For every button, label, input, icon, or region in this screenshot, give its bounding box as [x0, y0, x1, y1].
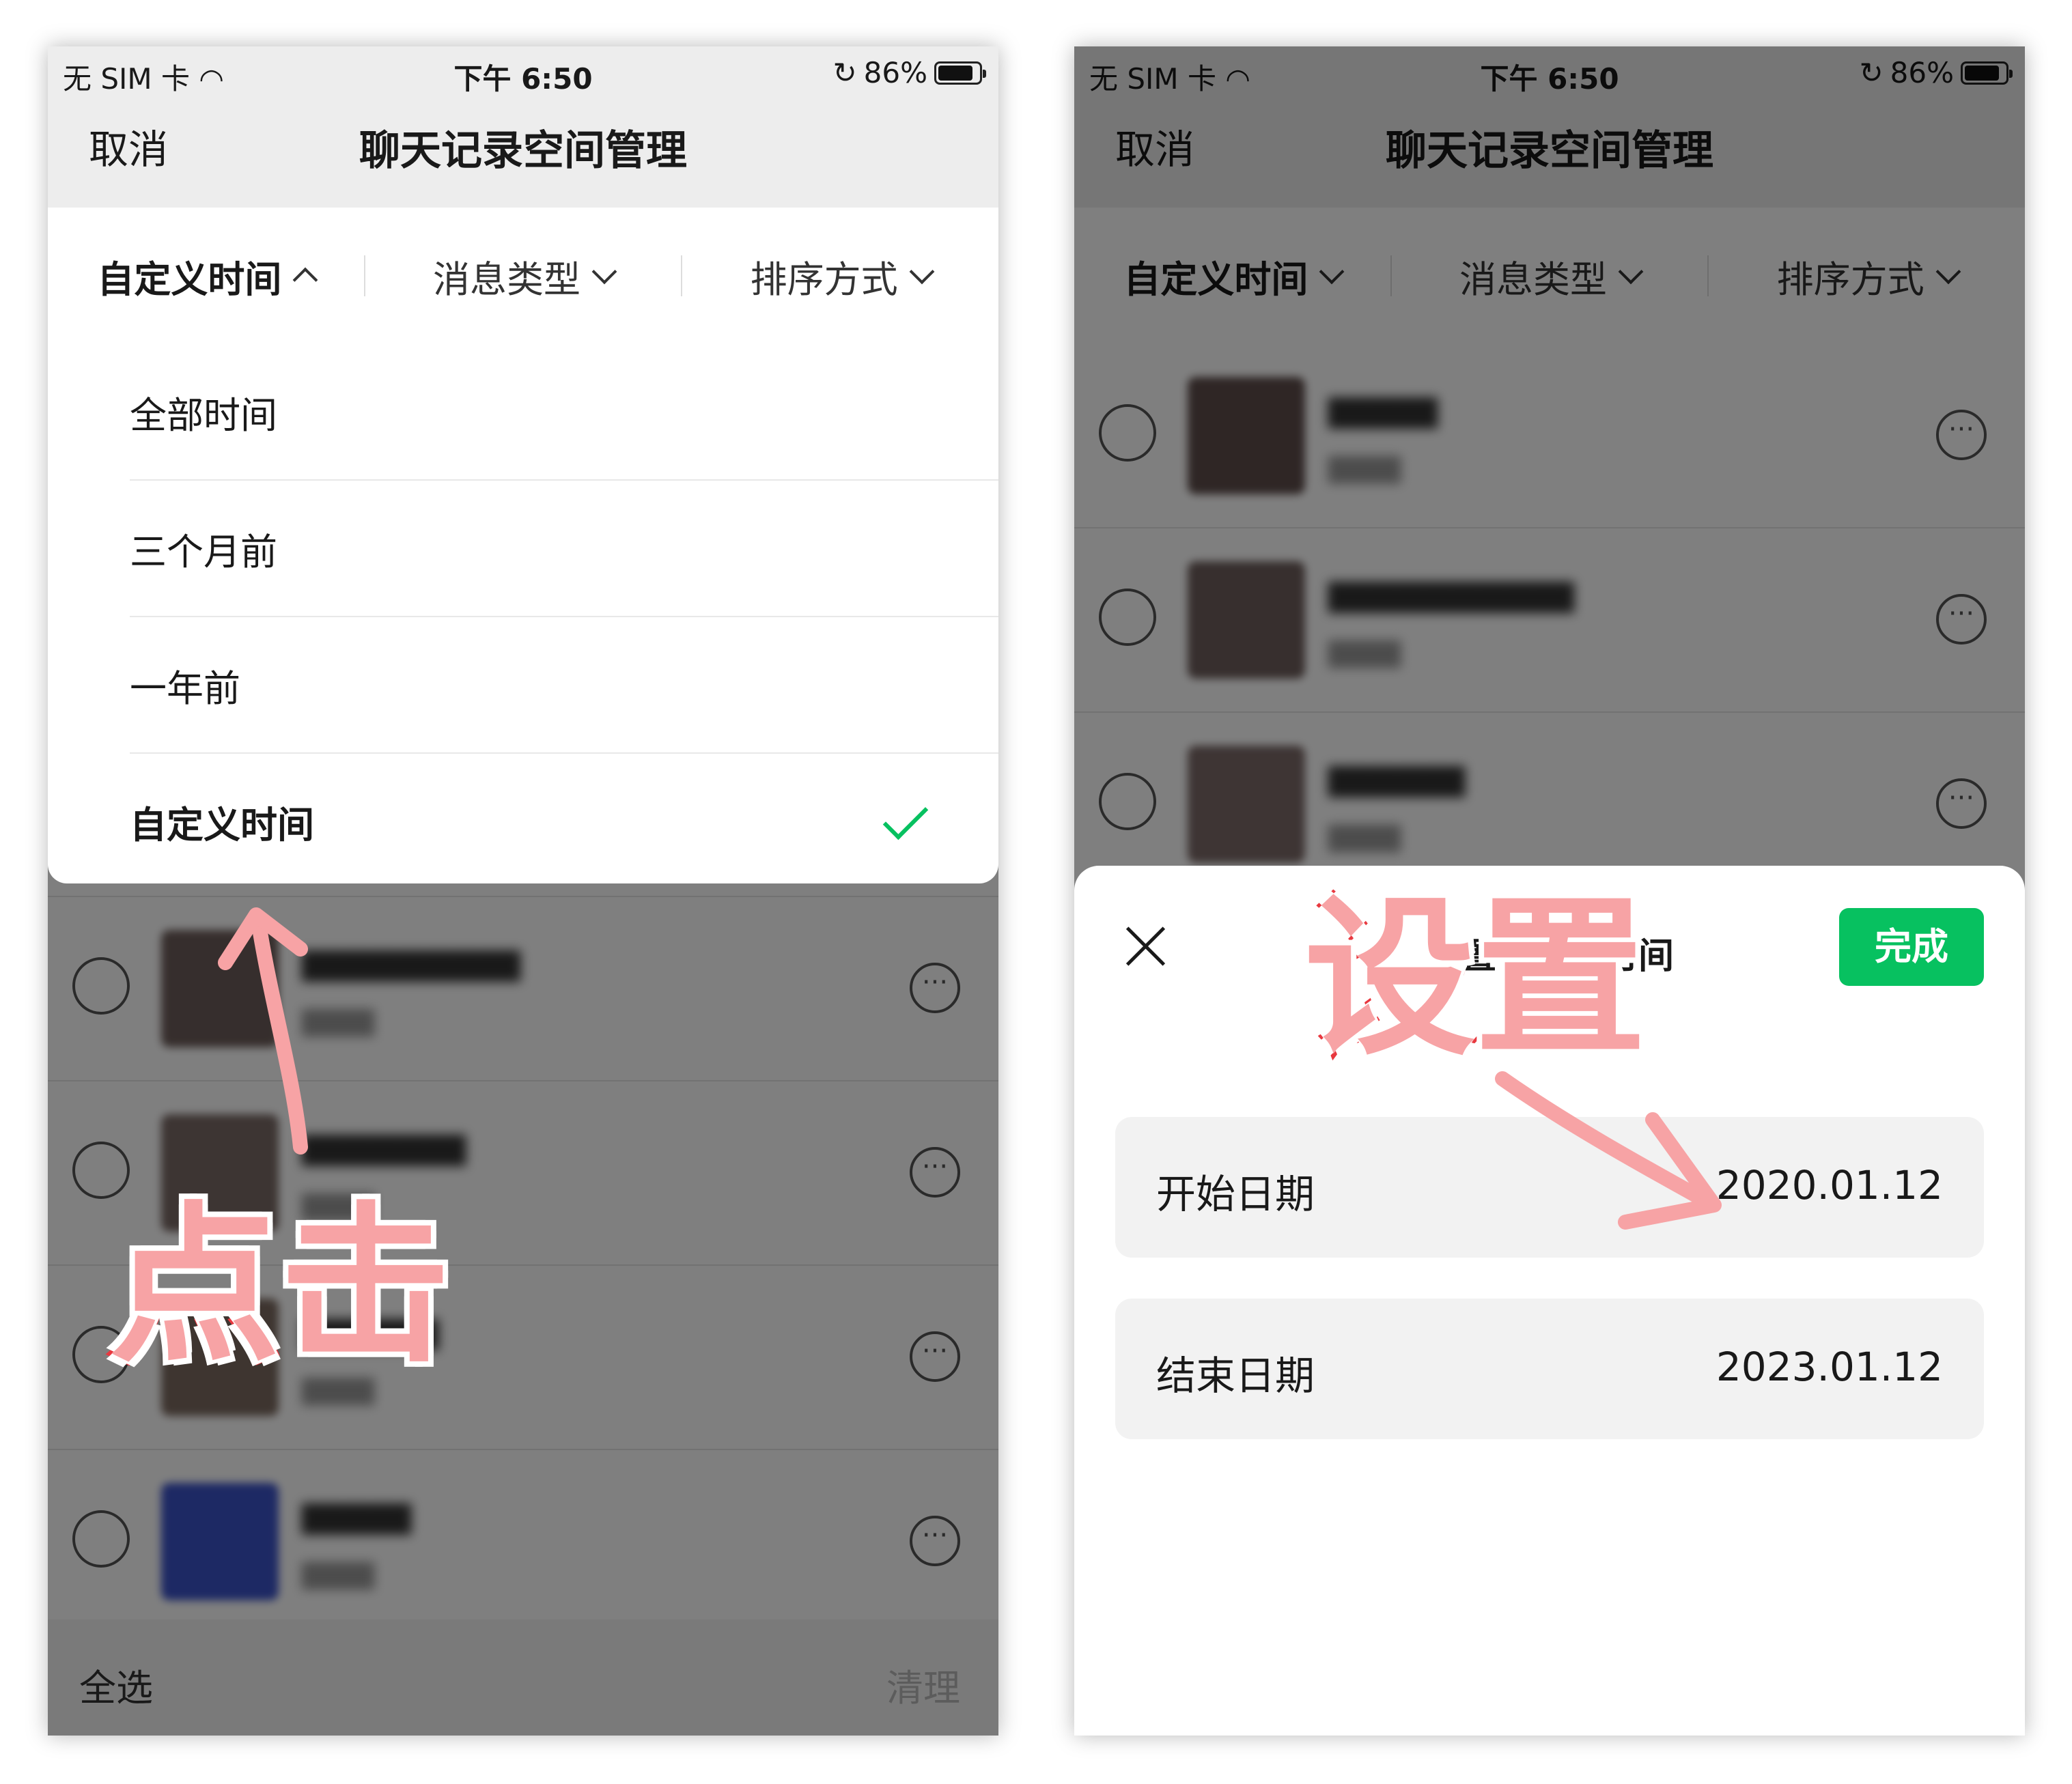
screen-left: 无 SIM 卡 ◠ 下午 6:50 ↻ 86% 取消 聊天记录空间管理 自定义时…	[48, 46, 998, 1736]
dropdown-item-custom-time[interactable]: 自定义时间	[130, 754, 998, 889]
filter-time[interactable]: 自定义时间	[48, 249, 364, 303]
annotation-click: 点击	[106, 1183, 454, 1389]
page-title: 聊天记录空间管理	[359, 127, 687, 175]
battery-percent: 86%	[863, 56, 927, 89]
filter-sort[interactable]: 排序方式	[682, 249, 998, 303]
filter-type[interactable]: 消息类型	[365, 249, 682, 303]
end-date-field[interactable]: 结束日期 2023.01.12	[1115, 1299, 1984, 1439]
battery-fill	[938, 65, 972, 81]
start-date-label: 开始日期	[1156, 1171, 1315, 1217]
battery-area: ↻ 86%	[832, 56, 986, 89]
start-date-value: 2020.01.12	[1716, 1162, 1943, 1208]
done-button[interactable]: 完成	[1839, 908, 1984, 986]
end-date-value: 2023.01.12	[1716, 1344, 1943, 1390]
dropdown-item-one-year[interactable]: 一年前	[130, 617, 998, 754]
annotation-set: 设置	[1301, 876, 1649, 1081]
filter-bar: 自定义时间 消息类型 排序方式	[48, 208, 998, 344]
dropdown-item-three-months[interactable]: 三个月前	[130, 481, 998, 617]
chevron-up-icon	[292, 267, 318, 293]
battery-icon	[934, 61, 986, 85]
arrow-right-annotation	[1495, 1071, 1722, 1230]
chevron-down-icon	[591, 259, 617, 285]
status-bar: 无 SIM 卡 ◠ 下午 6:50 ↻ 86%	[48, 46, 998, 101]
arrow-up-annotation	[218, 907, 308, 1155]
dropdown-item-all-time[interactable]: 全部时间	[130, 344, 998, 481]
time-dropdown: 全部时间 三个月前 一年前 自定义时间	[48, 344, 998, 883]
check-icon	[882, 794, 929, 840]
rotation-lock-icon: ↻	[832, 56, 857, 89]
chevron-down-icon	[909, 259, 935, 285]
end-date-label: 结束日期	[1156, 1353, 1315, 1399]
